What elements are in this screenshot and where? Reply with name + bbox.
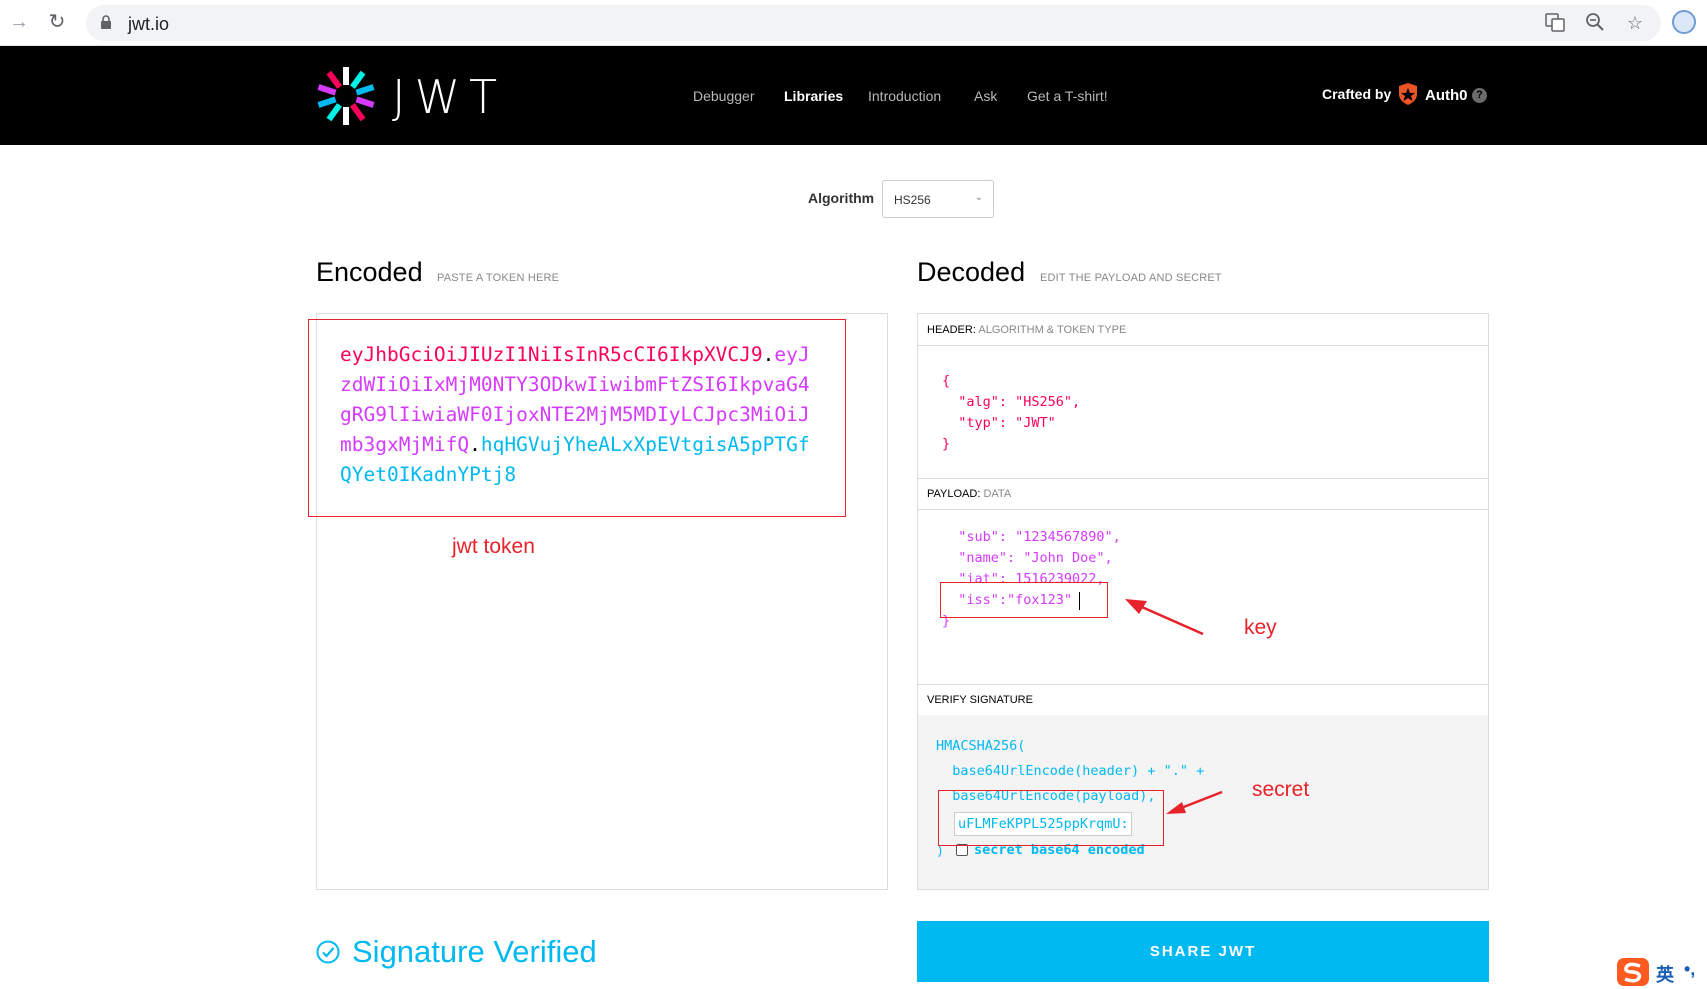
- chevron-down-icon: ⌄: [974, 192, 983, 203]
- annotation-jwt-token: jwt token: [452, 535, 535, 558]
- annotation-secret: secret: [1252, 778, 1310, 801]
- reload-icon[interactable]: ↻: [44, 9, 70, 35]
- annotation-secret-box: [938, 790, 1164, 846]
- algorithm-value: HS256: [894, 193, 931, 207]
- annotation-arrow-secret: [1166, 790, 1223, 814]
- payload-label: PAYLOAD:: [927, 488, 981, 500]
- crafted-by-label: Crafted by: [1322, 86, 1392, 102]
- lock-icon: [101, 15, 111, 29]
- share-jwt-button[interactable]: SHARE JWT: [917, 921, 1489, 982]
- sig-header-line: base64UrlEncode(header) + "." +: [936, 763, 1205, 779]
- back-arrow-icon[interactable]: →: [6, 9, 32, 35]
- encoded-subtitle: PASTE A TOKEN HERE: [437, 272, 560, 284]
- auth0-shield-icon[interactable]: [1397, 82, 1419, 106]
- jwt-logo-icon[interactable]: [316, 66, 376, 126]
- decoded-title: Decoded: [917, 257, 1026, 287]
- ime-toolbar[interactable]: 英 •,: [1614, 955, 1707, 989]
- address-bar[interactable]: jwt.io ☆: [86, 5, 1661, 41]
- logo-text[interactable]: JWT: [392, 70, 506, 124]
- browser-toolbar: → ↻ jwt.io ☆: [0, 0, 1707, 46]
- decoded-subtitle: EDIT THE PAYLOAD AND SECRET: [1040, 272, 1222, 284]
- ime-language[interactable]: 英: [1656, 961, 1674, 987]
- annotation-key-box: [940, 582, 1108, 618]
- payload-section-title: PAYLOAD: DATA: [918, 478, 1488, 510]
- nav-tshirt[interactable]: Get a T-shirt!: [1027, 88, 1108, 104]
- encoded-title: Encoded: [316, 257, 423, 287]
- help-icon[interactable]: ?: [1472, 88, 1487, 103]
- sogou-logo-icon: [1617, 958, 1649, 986]
- bookmark-star-icon[interactable]: ☆: [1624, 12, 1646, 34]
- verify-section-title: VERIFY SIGNATURE: [918, 684, 1488, 716]
- payload-sublabel: DATA: [983, 488, 1012, 500]
- nav-introduction[interactable]: Introduction: [868, 88, 941, 104]
- nav-debugger[interactable]: Debugger: [693, 88, 755, 104]
- header-section-title: HEADER: ALGORITHM & TOKEN TYPE: [918, 314, 1488, 346]
- payload-line[interactable]: "name": "John Doe",: [942, 548, 1112, 569]
- translate-icon[interactable]: [1544, 12, 1566, 34]
- annotation-arrow-key: [1125, 599, 1204, 636]
- url-text[interactable]: jwt.io: [128, 14, 169, 35]
- auth0-brand[interactable]: Auth0: [1425, 87, 1468, 104]
- profile-avatar[interactable]: [1672, 10, 1696, 34]
- nav-libraries[interactable]: Libraries: [784, 88, 843, 104]
- site-header: JWT Debugger Libraries Introduction Ask …: [0, 46, 1707, 145]
- algorithm-select[interactable]: HS256 ⌄: [882, 180, 994, 218]
- header-json-editor[interactable]: { "alg": "HS256", "typ": "JWT" }: [942, 371, 1080, 455]
- signature-verified-text: Signature Verified: [352, 934, 597, 969]
- sig-function: HMACSHA256(: [936, 738, 1026, 754]
- header-sublabel: ALGORITHM & TOKEN TYPE: [978, 324, 1127, 336]
- nav-ask[interactable]: Ask: [974, 88, 997, 104]
- zoom-icon[interactable]: [1584, 12, 1606, 34]
- header-label: HEADER:: [927, 324, 976, 336]
- ime-punct-icon[interactable]: •,: [1684, 959, 1695, 980]
- annotation-token-box: [308, 319, 846, 517]
- algorithm-label: Algorithm: [808, 190, 875, 206]
- payload-line[interactable]: "sub": "1234567890",: [942, 527, 1121, 548]
- check-circle-icon: [316, 940, 340, 964]
- annotation-key: key: [1244, 616, 1277, 639]
